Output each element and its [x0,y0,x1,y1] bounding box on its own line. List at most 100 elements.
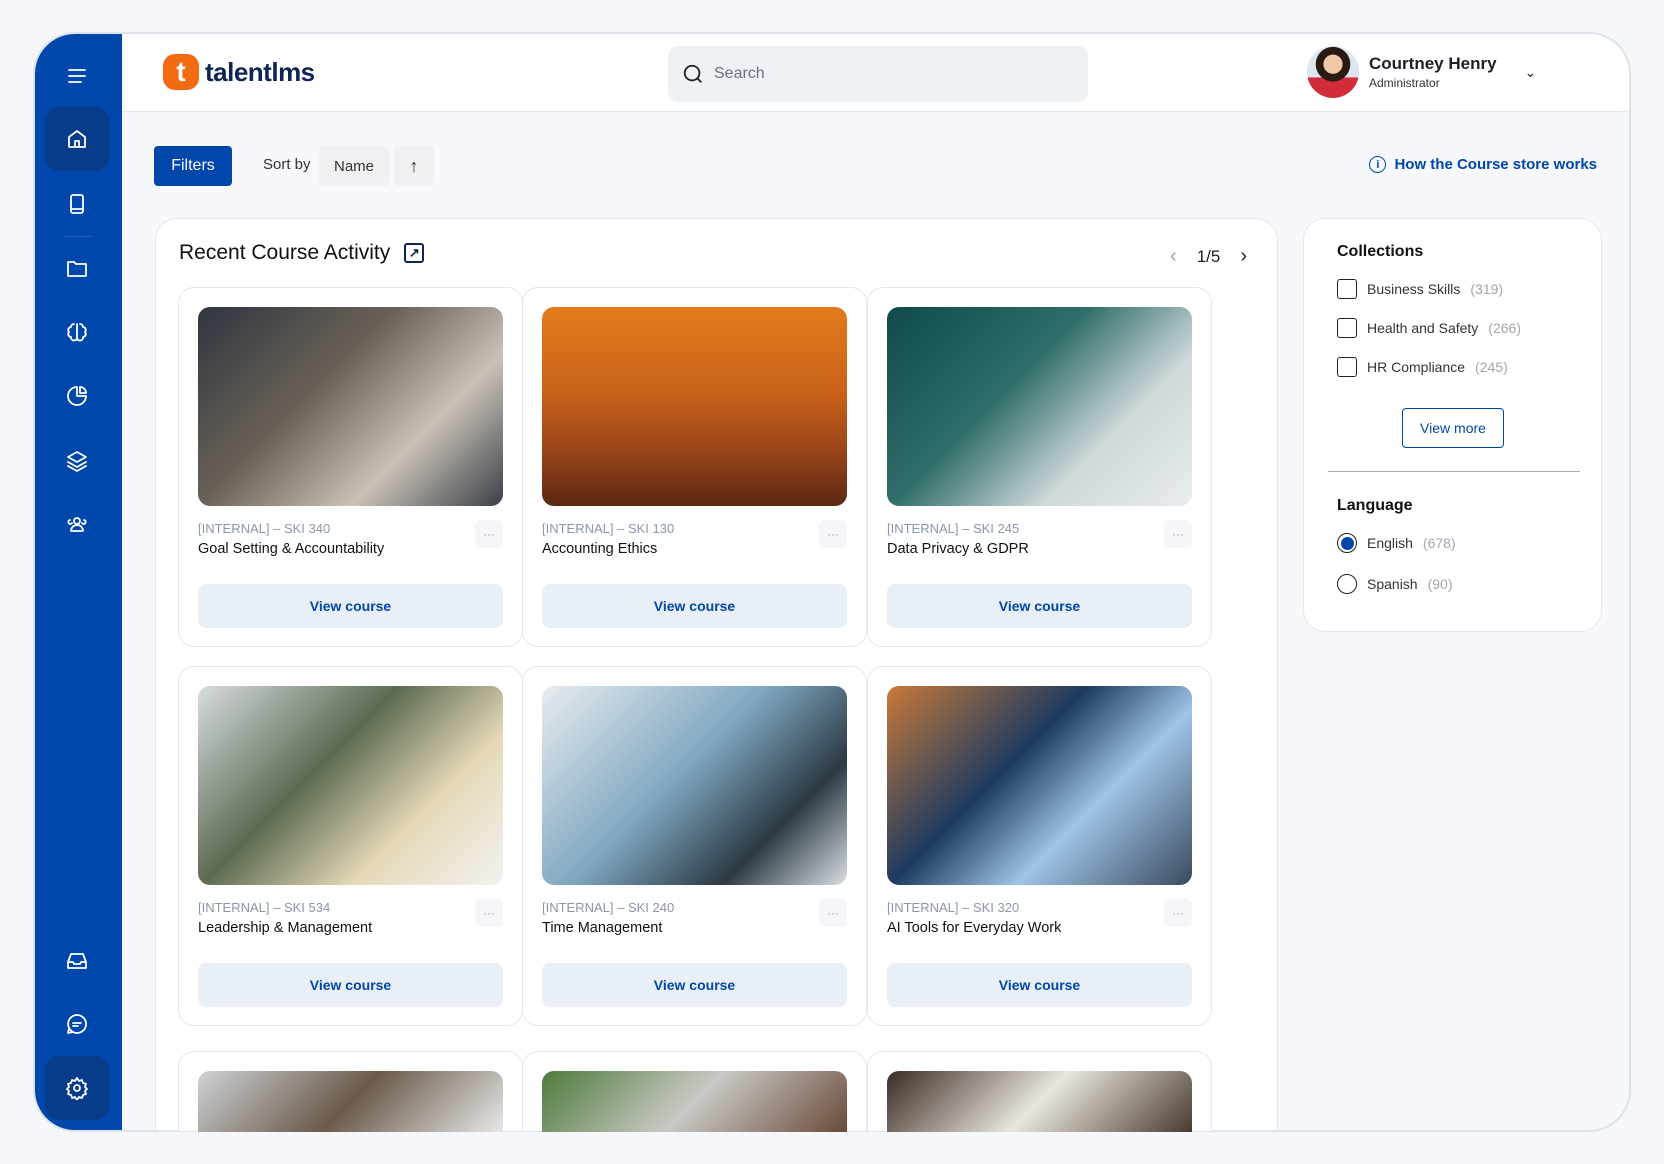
collection-count: (319) [1470,281,1504,297]
language-title: Language [1337,497,1413,514]
sidebar-item-courses[interactable] [45,172,109,236]
sidebar-item-inbox[interactable] [45,929,109,993]
course-thumbnail[interactable] [887,307,1192,506]
course-thumbnail[interactable] [198,307,503,506]
collection-count: (245) [1475,359,1508,375]
talentlms-logo[interactable]: t talentlms [163,54,315,90]
course-card [867,1051,1212,1132]
prev-page-button[interactable]: ‹ [1170,245,1177,268]
view-course-button[interactable]: View course [198,963,503,1007]
user-menu[interactable]: Courtney Henry Administrator ⌄ [1307,46,1536,98]
sidebar-item-reports[interactable] [45,364,109,428]
course-card: [INTERNAL] – SKI 320 AI Tools for Everyd… [867,666,1212,1026]
view-course-button[interactable]: View course [887,584,1192,628]
sidebar-item-settings[interactable] [45,1056,109,1120]
sidebar-item-files[interactable] [45,237,109,301]
course-code: [INTERNAL] – SKI 245 [887,521,1020,536]
collection-label: Business Skills [1367,281,1461,297]
sidebar-item-users[interactable] [45,492,109,556]
sort-by-label: Sort by [263,156,311,173]
home-icon [68,130,86,148]
course-name: Accounting Ethics [542,541,658,557]
view-course-button[interactable]: View course [542,963,847,1007]
next-page-button[interactable]: › [1240,245,1247,268]
user-name: Courtney Henry [1369,54,1497,73]
inbox-icon [67,953,87,969]
view-course-button[interactable]: View course [542,584,847,628]
layers-icon [67,451,87,472]
more-options-button[interactable]: ··· [819,520,847,548]
course-thumbnail[interactable] [542,686,847,885]
collection-filter[interactable]: Business Skills (319) [1337,279,1503,299]
language-option[interactable]: Spanish (90) [1337,574,1453,594]
course-card: [INTERNAL] – SKI 245 Data Privacy & GDPR… [867,287,1212,647]
course-thumbnail[interactable] [542,307,847,506]
collections-title: Collections [1337,243,1424,260]
more-options-button[interactable]: ··· [1164,520,1192,548]
course-thumbnail[interactable] [542,1071,847,1132]
course-name: Goal Setting & Accountability [198,541,385,557]
users-icon [67,517,87,532]
sidebar [35,34,122,1130]
menu-toggle[interactable] [45,44,109,108]
checkbox[interactable] [1337,357,1357,377]
filters-button[interactable]: Filters [154,146,232,186]
chevron-down-icon[interactable]: ⌄ [1525,64,1537,81]
course-card: [INTERNAL] – SKI 130 Accounting Ethics ·… [522,287,867,647]
course-card: [INTERNAL] – SKI 534 Leadership & Manage… [178,666,523,1026]
gear-icon [66,1077,88,1100]
sidebar-item-catalog[interactable] [45,429,109,493]
sidebar-item-messages[interactable] [45,992,109,1056]
info-icon: i [1369,156,1387,173]
external-link-icon[interactable]: ↗ [404,243,425,263]
course-name: Leadership & Management [198,920,373,936]
more-options-button[interactable]: ··· [475,520,503,548]
collection-filter[interactable]: HR Compliance (245) [1337,357,1508,377]
radio-button[interactable] [1337,533,1357,553]
course-thumbnail[interactable] [887,686,1192,885]
course-thumbnail[interactable] [887,1071,1192,1132]
course-card [178,1051,523,1132]
more-options-button[interactable]: ··· [475,899,503,927]
sidebar-item-home[interactable] [45,107,109,171]
course-name: AI Tools for Everyday Work [887,920,1062,936]
pagination: ‹ 1/5 › [1170,245,1247,268]
checkbox[interactable] [1337,279,1357,299]
hamburger-icon [68,69,86,83]
course-thumbnail[interactable] [198,1071,503,1132]
course-thumbnail[interactable] [198,686,503,885]
sidebar-item-skills[interactable] [45,300,109,364]
language-option[interactable]: English (678) [1337,533,1456,553]
logo-text: talentlms [205,56,315,87]
course-code: [INTERNAL] – SKI 240 [542,900,675,915]
pie-chart-icon [67,386,87,406]
collection-label: HR Compliance [1367,359,1466,375]
search-box[interactable] [668,46,1088,102]
sort-direction-button[interactable]: ↑ [394,146,434,186]
more-options-button[interactable]: ··· [819,899,847,927]
sort-field-select[interactable]: Name [319,146,389,186]
how-course-store-works-link[interactable]: i How the Course store works [1369,156,1597,173]
collection-count: (266) [1488,320,1521,336]
view-more-button[interactable]: View more [1402,408,1504,448]
folder-icon [67,261,87,277]
avatar [1307,46,1359,98]
language-count: (678) [1422,535,1456,551]
logo-mark: t [163,54,199,90]
course-name: Data Privacy & GDPR [887,541,1029,557]
help-link-label: How the Course store works [1394,156,1597,173]
search-icon [683,64,702,83]
course-code: [INTERNAL] – SKI 320 [887,900,1020,915]
page-indicator: 1/5 [1196,246,1221,266]
radio-button[interactable] [1337,574,1357,594]
collection-filter[interactable]: Health and Safety (266) [1337,318,1521,338]
more-options-button[interactable]: ··· [1164,899,1192,927]
course-card [522,1051,867,1132]
app-window: t talentlms Courtney Henry Administrator… [33,32,1631,1132]
search-input[interactable] [714,65,1054,83]
view-course-button[interactable]: View course [198,584,503,628]
language-label: Spanish [1367,576,1418,592]
filters-panel: Collections Business Skills (319) Health… [1303,218,1602,632]
view-course-button[interactable]: View course [887,963,1192,1007]
checkbox[interactable] [1337,318,1357,338]
